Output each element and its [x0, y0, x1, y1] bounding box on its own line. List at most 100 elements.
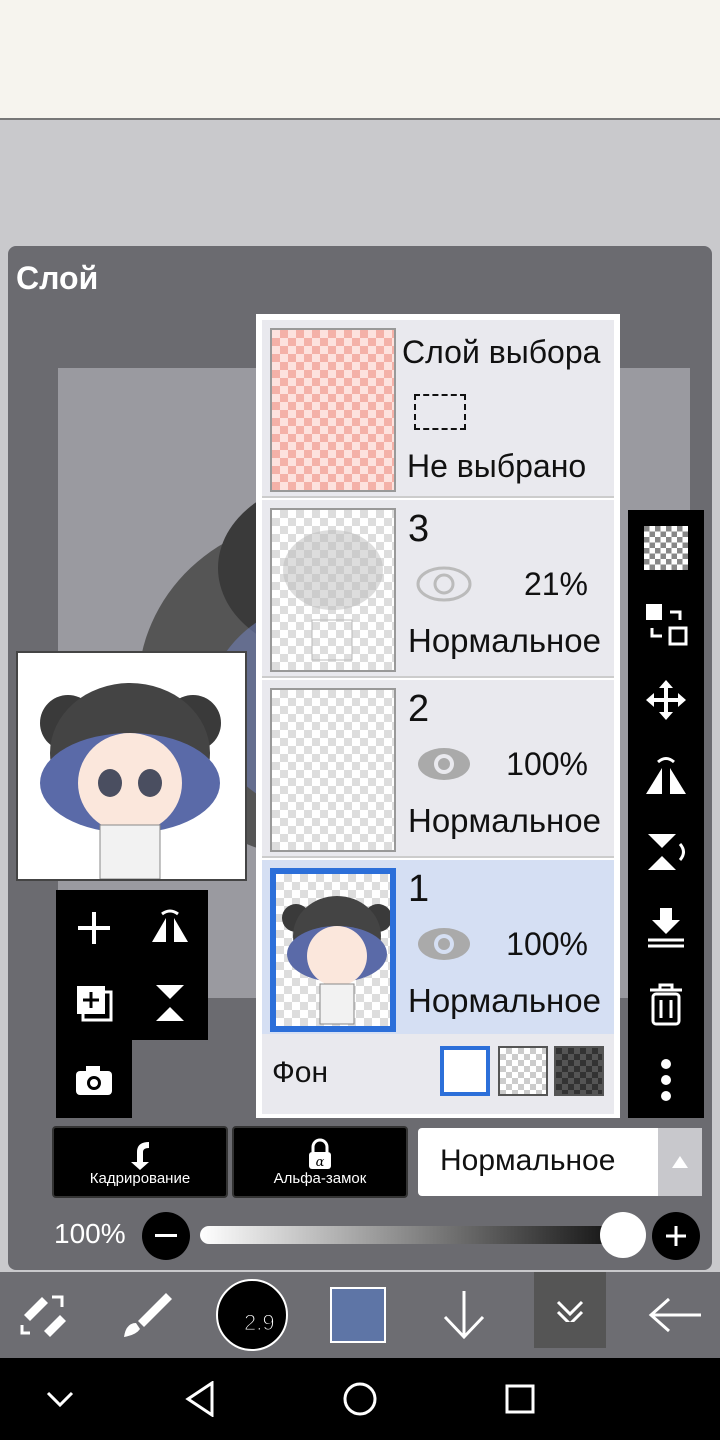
blend-mode-select[interactable]: Нормальное: [418, 1128, 702, 1196]
camera-button[interactable]: [56, 1042, 132, 1118]
visibility-eye-icon[interactable]: [416, 744, 472, 789]
opacity-decrease-button[interactable]: [142, 1212, 190, 1260]
layer-number: 3: [408, 508, 430, 550]
layer-row-2[interactable]: 2 100% Нормальное: [262, 680, 614, 858]
merge-down-button[interactable]: [628, 890, 704, 966]
visibility-eye-icon[interactable]: [416, 564, 472, 609]
transform-icon: [646, 604, 688, 646]
brush-size-button[interactable]: 2.9: [212, 1272, 292, 1358]
brush-tool-button[interactable]: [108, 1272, 188, 1358]
selection-layer-title: Слой выбора: [402, 334, 601, 370]
opacity-increase-button[interactable]: [652, 1212, 700, 1260]
brush-size-value: 2.9: [244, 1310, 276, 1336]
flip-vertical-icon: [648, 834, 685, 870]
recents-icon: [505, 1384, 535, 1414]
triangle-up-icon: [672, 1156, 688, 1168]
opacity-row: 100%: [0, 1206, 720, 1266]
swap-tool-icon: [20, 1295, 66, 1337]
collapse-panel-button[interactable]: [534, 1272, 606, 1348]
back-button[interactable]: [630, 1272, 720, 1358]
move-button[interactable]: [628, 662, 704, 738]
add-layer-icon: [78, 912, 110, 944]
alpha-lock-label: Альфа-замок: [273, 1169, 367, 1187]
brush-icon: [124, 1293, 172, 1337]
color-button[interactable]: [318, 1272, 398, 1358]
crop-button[interactable]: Кадрирование: [52, 1126, 228, 1198]
lock-icon: α: [309, 1138, 331, 1170]
layer-row-1[interactable]: 1 100% Нормальное: [262, 860, 614, 1038]
swap-tool-button[interactable]: [0, 1272, 88, 1358]
layer-opacity: 100%: [506, 746, 588, 782]
top-bar: [0, 0, 720, 120]
layer-thumbnail-preview: [16, 651, 247, 881]
copy-layer-icon: [77, 986, 113, 1022]
download-icon: [443, 1291, 485, 1340]
collapse-icon: [556, 1300, 584, 1322]
hide-nav-button[interactable]: [20, 1358, 100, 1440]
layer-number: 2: [408, 688, 430, 730]
layer-sidebar: [628, 510, 704, 1118]
layer-1-thumbnail: [270, 868, 396, 1032]
nav-home-button[interactable]: [320, 1358, 400, 1440]
svg-text:α: α: [316, 1155, 325, 1170]
background-label: Фон: [272, 1056, 329, 1089]
plus-icon: [666, 1226, 686, 1246]
background-dark-swatch[interactable]: [554, 1046, 604, 1096]
selection-layer-status: Не выбрано: [407, 448, 587, 484]
background-row: Фон: [262, 1034, 614, 1114]
delete-layer-button[interactable]: [628, 966, 704, 1042]
opacity-value-label: 100%: [54, 1218, 126, 1249]
flip-vertical-button[interactable]: [132, 966, 208, 1040]
minus-icon: [155, 1234, 177, 1237]
layers-list: Слой выбора Не выбрано 3 21% Нормальное …: [256, 314, 620, 1118]
crop-arrow-icon: [131, 1141, 149, 1170]
selection-marquee-icon: [414, 394, 466, 430]
download-button[interactable]: [424, 1272, 504, 1358]
flip-v-icon: [156, 985, 184, 1021]
copy-layer-button[interactable]: [56, 966, 132, 1040]
system-navigation-bar: [0, 1358, 720, 1440]
opacity-slider[interactable]: [200, 1226, 620, 1244]
panel-title: Слой: [16, 260, 99, 296]
crop-label: Кадрирование: [89, 1169, 191, 1187]
background-transparent-swatch[interactable]: [498, 1046, 548, 1096]
transparency-button[interactable]: [628, 510, 704, 586]
more-icon: [661, 1059, 671, 1101]
layer-3-thumbnail: [270, 508, 396, 672]
back-arrow-icon: [648, 1297, 701, 1333]
move-icon: [646, 680, 686, 720]
add-layer-button[interactable]: [56, 890, 132, 966]
layer-number: 1: [408, 868, 430, 910]
blend-mode-value: Нормальное: [440, 1144, 616, 1177]
layer-row-3[interactable]: 3 21% Нормальное: [262, 500, 614, 678]
layer-blend-mode: Нормальное: [408, 982, 601, 1019]
blend-mode-dropdown[interactable]: [658, 1128, 702, 1196]
flip-h-icon: [152, 909, 188, 942]
delete-icon: [650, 983, 682, 1026]
color-swatch-icon: [330, 1287, 386, 1343]
layer-opacity: 100%: [506, 926, 588, 962]
flip-horizontal-button[interactable]: [132, 890, 208, 966]
visibility-eye-icon[interactable]: [416, 924, 472, 969]
camera-icon: [76, 1066, 112, 1095]
more-options-button[interactable]: [628, 1042, 704, 1118]
layer-blend-mode: Нормальное: [408, 622, 601, 659]
opacity-slider-handle[interactable]: [600, 1212, 646, 1258]
flip-horizontal-icon: [646, 757, 686, 794]
alpha-lock-button[interactable]: α Альфа-замок: [232, 1126, 408, 1198]
back-icon: [185, 1381, 214, 1417]
nav-recents-button[interactable]: [480, 1358, 560, 1440]
flip-horizontal-side-button[interactable]: [628, 738, 704, 814]
layer-blend-mode: Нормальное: [408, 802, 601, 839]
home-icon: [343, 1382, 377, 1416]
selection-layer-row[interactable]: Слой выбора Не выбрано: [262, 320, 614, 498]
bottom-toolbar: 2.9: [0, 1272, 720, 1358]
hide-nav-icon: [46, 1391, 74, 1408]
layer-opacity: 21%: [523, 566, 588, 602]
nav-back-button[interactable]: [160, 1358, 240, 1440]
background-white-swatch[interactable]: [440, 1046, 490, 1096]
flip-vertical-side-button[interactable]: [628, 814, 704, 890]
transform-button[interactable]: [628, 586, 704, 662]
selection-layer-thumbnail: [270, 328, 396, 492]
transparency-icon: [644, 526, 688, 570]
